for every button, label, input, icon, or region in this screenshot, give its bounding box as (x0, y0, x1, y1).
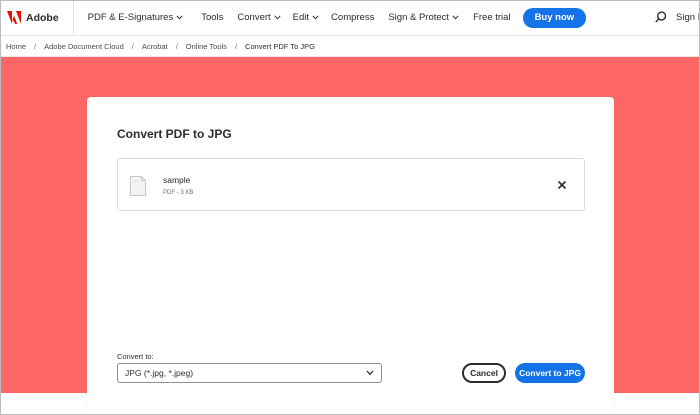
chevron-down-icon (312, 15, 319, 20)
file-meta: PDF - 3 KB (163, 190, 194, 196)
nav-item-edit[interactable]: Edit (293, 12, 319, 23)
cancel-button[interactable]: Cancel (462, 363, 506, 383)
file-name: sample (163, 175, 191, 185)
breadcrumb-acrobat[interactable]: Acrobat (142, 42, 168, 51)
chevron-down-icon (452, 15, 459, 20)
file-icon (130, 176, 146, 196)
nav-item-label: Free trial (473, 12, 511, 23)
nav-menu: PDF & E-Signatures Tools Convert Edit Co… (74, 0, 587, 36)
breadcrumb-separator: / (234, 41, 238, 51)
chevron-down-icon (366, 370, 374, 376)
convert-to-label: Convert to: (117, 352, 154, 361)
conversion-card: Convert PDF to JPG sample PDF - 3 KB Con… (87, 97, 614, 415)
nav-item-pdf-esignatures[interactable]: PDF & E-Signatures (88, 12, 184, 23)
sign-in-link[interactable]: Sign In (676, 12, 700, 23)
nav-item-label: Compress (331, 12, 375, 23)
nav-item-tools[interactable]: Tools (201, 12, 223, 23)
nav-item-free-trial[interactable]: Free trial (473, 12, 510, 23)
convert-to-jpg-button[interactable]: Convert to JPG (515, 363, 585, 383)
adobe-logo[interactable]: Adobe (7, 11, 59, 24)
nav-item-convert[interactable]: Convert (237, 12, 281, 23)
chevron-down-icon (274, 15, 281, 20)
format-select-value: JPG (*.jpg, *.jpeg) (125, 368, 194, 378)
close-icon[interactable] (555, 178, 569, 192)
nav-item-sign-protect[interactable]: Sign & Protect (388, 12, 459, 23)
buy-now-button[interactable]: Buy now (522, 7, 587, 28)
file-item: sample PDF - 3 KB (117, 158, 585, 211)
nav-item-label: Tools (201, 12, 224, 23)
chevron-down-icon (176, 15, 183, 20)
breadcrumb-separator: / (34, 41, 37, 51)
nav-item-label: PDF & E-Signatures (87, 12, 174, 23)
search-icon[interactable] (655, 11, 667, 23)
breadcrumb-online-tools[interactable]: Online Tools (186, 42, 227, 51)
breadcrumb-separator: / (175, 41, 178, 51)
nav-item-label: Edit (292, 12, 310, 23)
nav-item-label: Sign & Protect (388, 12, 450, 23)
breadcrumb: Home / Adobe Document Cloud / Acrobat / … (0, 36, 700, 57)
nav-item-compress[interactable]: Compress (331, 12, 374, 23)
breadcrumb-separator: / (131, 41, 134, 51)
adobe-logo-icon (7, 11, 21, 24)
top-navigation: Adobe PDF & E-Signatures Tools Convert E… (0, 0, 700, 36)
card-title: Convert PDF to JPG (117, 127, 232, 141)
format-select[interactable]: JPG (*.jpg, *.jpeg) (117, 363, 382, 383)
breadcrumb-adobe-document-cloud[interactable]: Adobe Document Cloud (44, 42, 124, 51)
breadcrumb-current-page: Convert PDF To JPG (245, 41, 315, 51)
breadcrumb-home[interactable]: Home (6, 42, 26, 51)
brand-name: Adobe (26, 11, 59, 24)
nav-item-label: Convert (237, 12, 271, 23)
